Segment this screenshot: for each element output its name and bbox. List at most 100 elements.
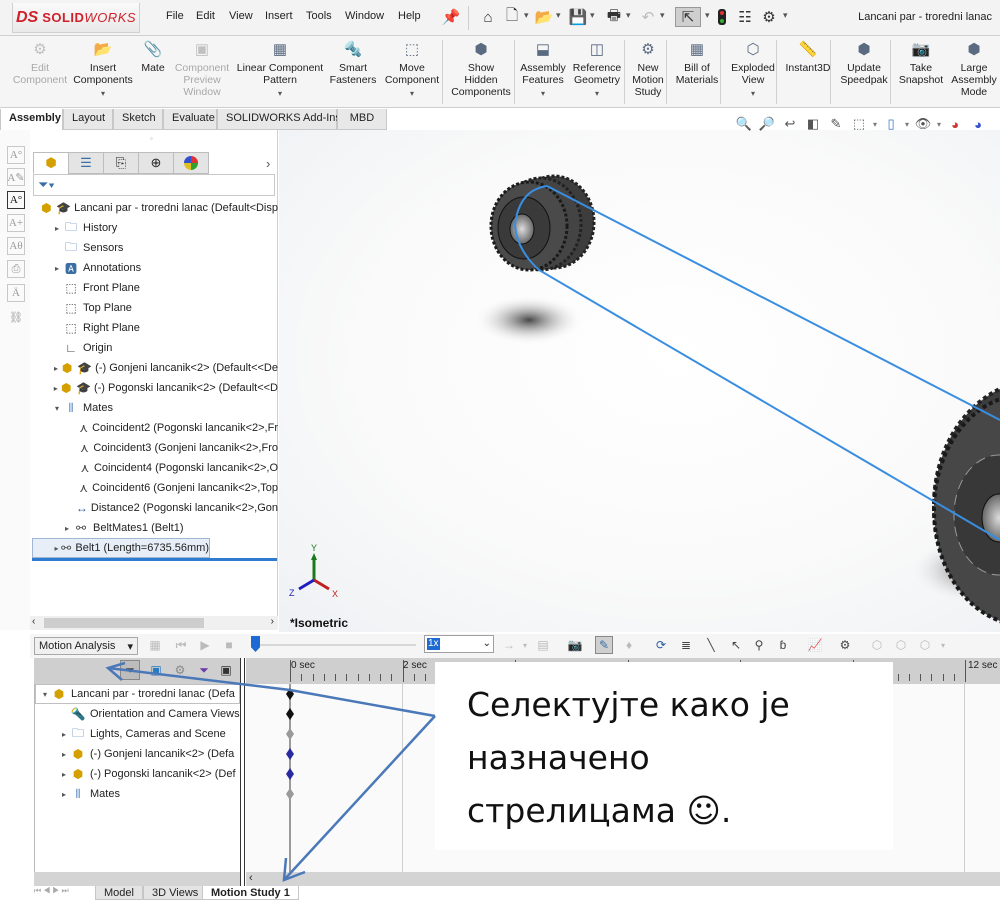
- surface-finish-icon[interactable]: Aθ: [7, 237, 25, 255]
- previous-view-icon[interactable]: ↩: [781, 115, 799, 133]
- section-view-icon[interactable]: ◧: [804, 115, 822, 133]
- tree-item[interactable]: ⬚ Front Plane: [32, 278, 278, 298]
- animation-wizard-icon[interactable]: 📷: [566, 636, 584, 654]
- print-icon[interactable]: 🖶: [604, 7, 624, 27]
- contact-icon[interactable]: ⚲: [750, 636, 768, 654]
- command-show-hidden-components[interactable]: ⬢ Show Hidden Components: [448, 40, 514, 98]
- gravity-icon[interactable]: ɓ: [774, 636, 792, 654]
- tree-item[interactable]: ▸ ⬢ 🎓 (-) Pogonski lancanik<2> (Default<<D: [32, 378, 278, 398]
- apply-scene-icon[interactable]: ◕: [969, 115, 987, 133]
- tree-item[interactable]: 🗀 Sensors: [32, 238, 278, 258]
- tree-item[interactable]: ∟ Origin: [32, 338, 278, 358]
- undo-dropdown-caret[interactable]: ▾: [660, 10, 665, 21]
- expand-toggle-icon[interactable]: ▸: [59, 750, 69, 759]
- print-dropdown-caret[interactable]: ▾: [626, 10, 631, 21]
- note-icon[interactable]: A✎: [7, 168, 25, 186]
- expand-toggle-icon[interactable]: ▸: [52, 364, 60, 373]
- open-dropdown-caret[interactable]: ▾: [556, 10, 561, 21]
- expand-toggle-icon[interactable]: ▾: [52, 404, 62, 413]
- key-point[interactable]: [286, 688, 294, 700]
- tab-scroll-arrows-icon[interactable]: ⏮◀▶⏭: [34, 886, 71, 896]
- save-dropdown-caret[interactable]: ▾: [590, 10, 595, 21]
- key-point[interactable]: [286, 728, 294, 740]
- command-instant3d[interactable]: 📏 Instant3D: [782, 40, 834, 74]
- command-linear-component-pattern[interactable]: ▦ Linear Component Pattern ▾: [236, 40, 324, 100]
- tab-solidworks-add-ins[interactable]: SOLIDWORKS Add-Ins: [217, 109, 341, 130]
- chevron-down-icon[interactable]: ▾: [101, 88, 105, 100]
- tab-assembly[interactable]: Assembly: [0, 109, 63, 130]
- new-dropdown-caret[interactable]: ▾: [524, 10, 529, 21]
- command-bill-of-materials[interactable]: ▦ Bill of Materials: [672, 40, 722, 86]
- tab-motion-study-1[interactable]: Motion Study 1: [202, 886, 299, 900]
- command-large-assembly-mode[interactable]: ⬢ Large Assembly Mode: [950, 40, 998, 98]
- stop-icon[interactable]: ■: [220, 636, 238, 654]
- play-from-start-icon[interactable]: ⏮: [172, 636, 190, 654]
- tab-sketch[interactable]: Sketch: [113, 109, 163, 130]
- tab-3d-views[interactable]: 3D Views: [143, 886, 208, 900]
- expand-toggle-icon[interactable]: ▸: [59, 730, 69, 739]
- select-dropdown-caret[interactable]: ▾: [705, 10, 710, 21]
- collapse-icon[interactable]: ⬡: [868, 636, 886, 654]
- tab-mbd[interactable]: MBD: [337, 109, 387, 130]
- tree-item[interactable]: ⬚ Right Plane: [32, 318, 278, 338]
- tree-item[interactable]: ↔ Distance2 (Pogonski lancanik<2>,Gon: [32, 498, 278, 518]
- expand-toggle-icon[interactable]: ▸: [52, 384, 60, 393]
- options-gear-icon[interactable]: ⚙: [759, 7, 779, 27]
- display-style-icon[interactable]: ▯: [882, 115, 900, 133]
- stacked-balloon-icon[interactable]: A+: [7, 214, 25, 232]
- scroll-left-arrow[interactable]: ‹: [249, 872, 253, 884]
- chevron-down-icon[interactable]: ▾: [595, 88, 599, 100]
- motion-tree-item[interactable]: ▸ ⬢ (-) Gonjeni lancanik<2> (Defa: [35, 744, 240, 764]
- panel-grip-icon[interactable]: ◦: [150, 134, 153, 143]
- hide-show-caret[interactable]: ▾: [937, 120, 941, 129]
- file-properties-icon[interactable]: ☷: [735, 7, 755, 27]
- motion-tree-item[interactable]: 🔦 Orientation and Camera Views: [35, 704, 240, 724]
- tree-item[interactable]: ▾ ⫴ Mates: [32, 398, 278, 418]
- tree-item[interactable]: ⋏ Coincident6 (Gonjeni lancanik<2>,Top: [32, 478, 278, 498]
- filter-animated-icon[interactable]: ⏷: [120, 660, 140, 680]
- options-dropdown-caret[interactable]: ▾: [783, 10, 788, 21]
- tree-item[interactable]: ⋏ Coincident2 (Pogonski lancanik<2>,Fr: [32, 418, 278, 438]
- command-smart-fasteners[interactable]: 🔩 Smart Fasteners: [326, 40, 380, 86]
- graphics-area[interactable]: Y X Z: [279, 130, 1000, 632]
- driven-sprocket[interactable]: [489, 174, 596, 272]
- tab-evaluate[interactable]: Evaluate: [163, 109, 217, 130]
- model-viewport[interactable]: Y X Z: [279, 130, 1000, 632]
- timeline-horizontal-scrollbar[interactable]: ‹: [246, 872, 1000, 886]
- playback-speed-dropdown[interactable]: 1x ⌄: [424, 635, 494, 653]
- menu-window[interactable]: Window: [345, 10, 384, 22]
- undo-icon[interactable]: ↶: [638, 7, 658, 27]
- motor-icon[interactable]: ⟳: [652, 636, 670, 654]
- motion-tree-item[interactable]: ▸ 🗀 Lights, Cameras and Scene: [35, 724, 240, 744]
- scrollbar-thumb[interactable]: [44, 618, 204, 628]
- filter-plots-icon[interactable]: ▣: [216, 660, 236, 680]
- expand-toggle-icon[interactable]: ▾: [40, 690, 50, 699]
- pin-icon[interactable]: 📌: [441, 7, 461, 27]
- menu-edit[interactable]: Edit: [196, 10, 215, 22]
- hide-show-items-icon[interactable]: 👁: [914, 115, 932, 133]
- tree-item[interactable]: ▸ 🗀 History: [32, 218, 278, 238]
- weld-symbol-icon[interactable]: ⎙: [7, 260, 25, 278]
- geometric-tolerance-icon[interactable]: Ä: [7, 284, 25, 302]
- autokey-icon[interactable]: ✎: [595, 636, 613, 654]
- command-new-motion-study[interactable]: ⚙ New Motion Study: [628, 40, 668, 98]
- motion-study-properties-icon[interactable]: ⚙: [836, 636, 854, 654]
- timeline-splitter[interactable]: [240, 658, 245, 890]
- open-icon[interactable]: 📂: [534, 7, 554, 27]
- command-exploded-view[interactable]: ⬡ Exploded View ▾: [728, 40, 778, 100]
- expand-toggle-icon[interactable]: ▸: [52, 224, 62, 233]
- motion-tree-item[interactable]: ▸ ⬢ (-) Pogonski lancanik<2> (Def: [35, 764, 240, 784]
- command-edit-component[interactable]: ⚙ Edit Component: [10, 40, 70, 86]
- expand-toggle-icon[interactable]: ▸: [59, 790, 69, 799]
- filter-selected-icon[interactable]: ⚙: [170, 660, 190, 680]
- command-reference-geometry[interactable]: ◫ Reference Geometry ▾: [568, 40, 626, 100]
- add-key-icon[interactable]: ♦: [620, 636, 638, 654]
- tree-item[interactable]: ⋏ Coincident4 (Pogonski lancanik<2>,O: [32, 458, 278, 478]
- tree-filter[interactable]: ⏷▾: [33, 174, 275, 196]
- expand-toggle-icon[interactable]: ▸: [59, 770, 69, 779]
- motion-tree-item[interactable]: ▾ ⬢ Lancani par - troredni lanac (Defa: [35, 684, 240, 704]
- playback-slider-track[interactable]: [258, 644, 416, 646]
- tree-item-selected[interactable]: ▸ ⚯ Belt1 (Length=6735.56mm): [32, 538, 210, 558]
- hole-callout-icon[interactable]: ⛓: [7, 308, 25, 326]
- home-icon[interactable]: ⌂: [478, 7, 498, 27]
